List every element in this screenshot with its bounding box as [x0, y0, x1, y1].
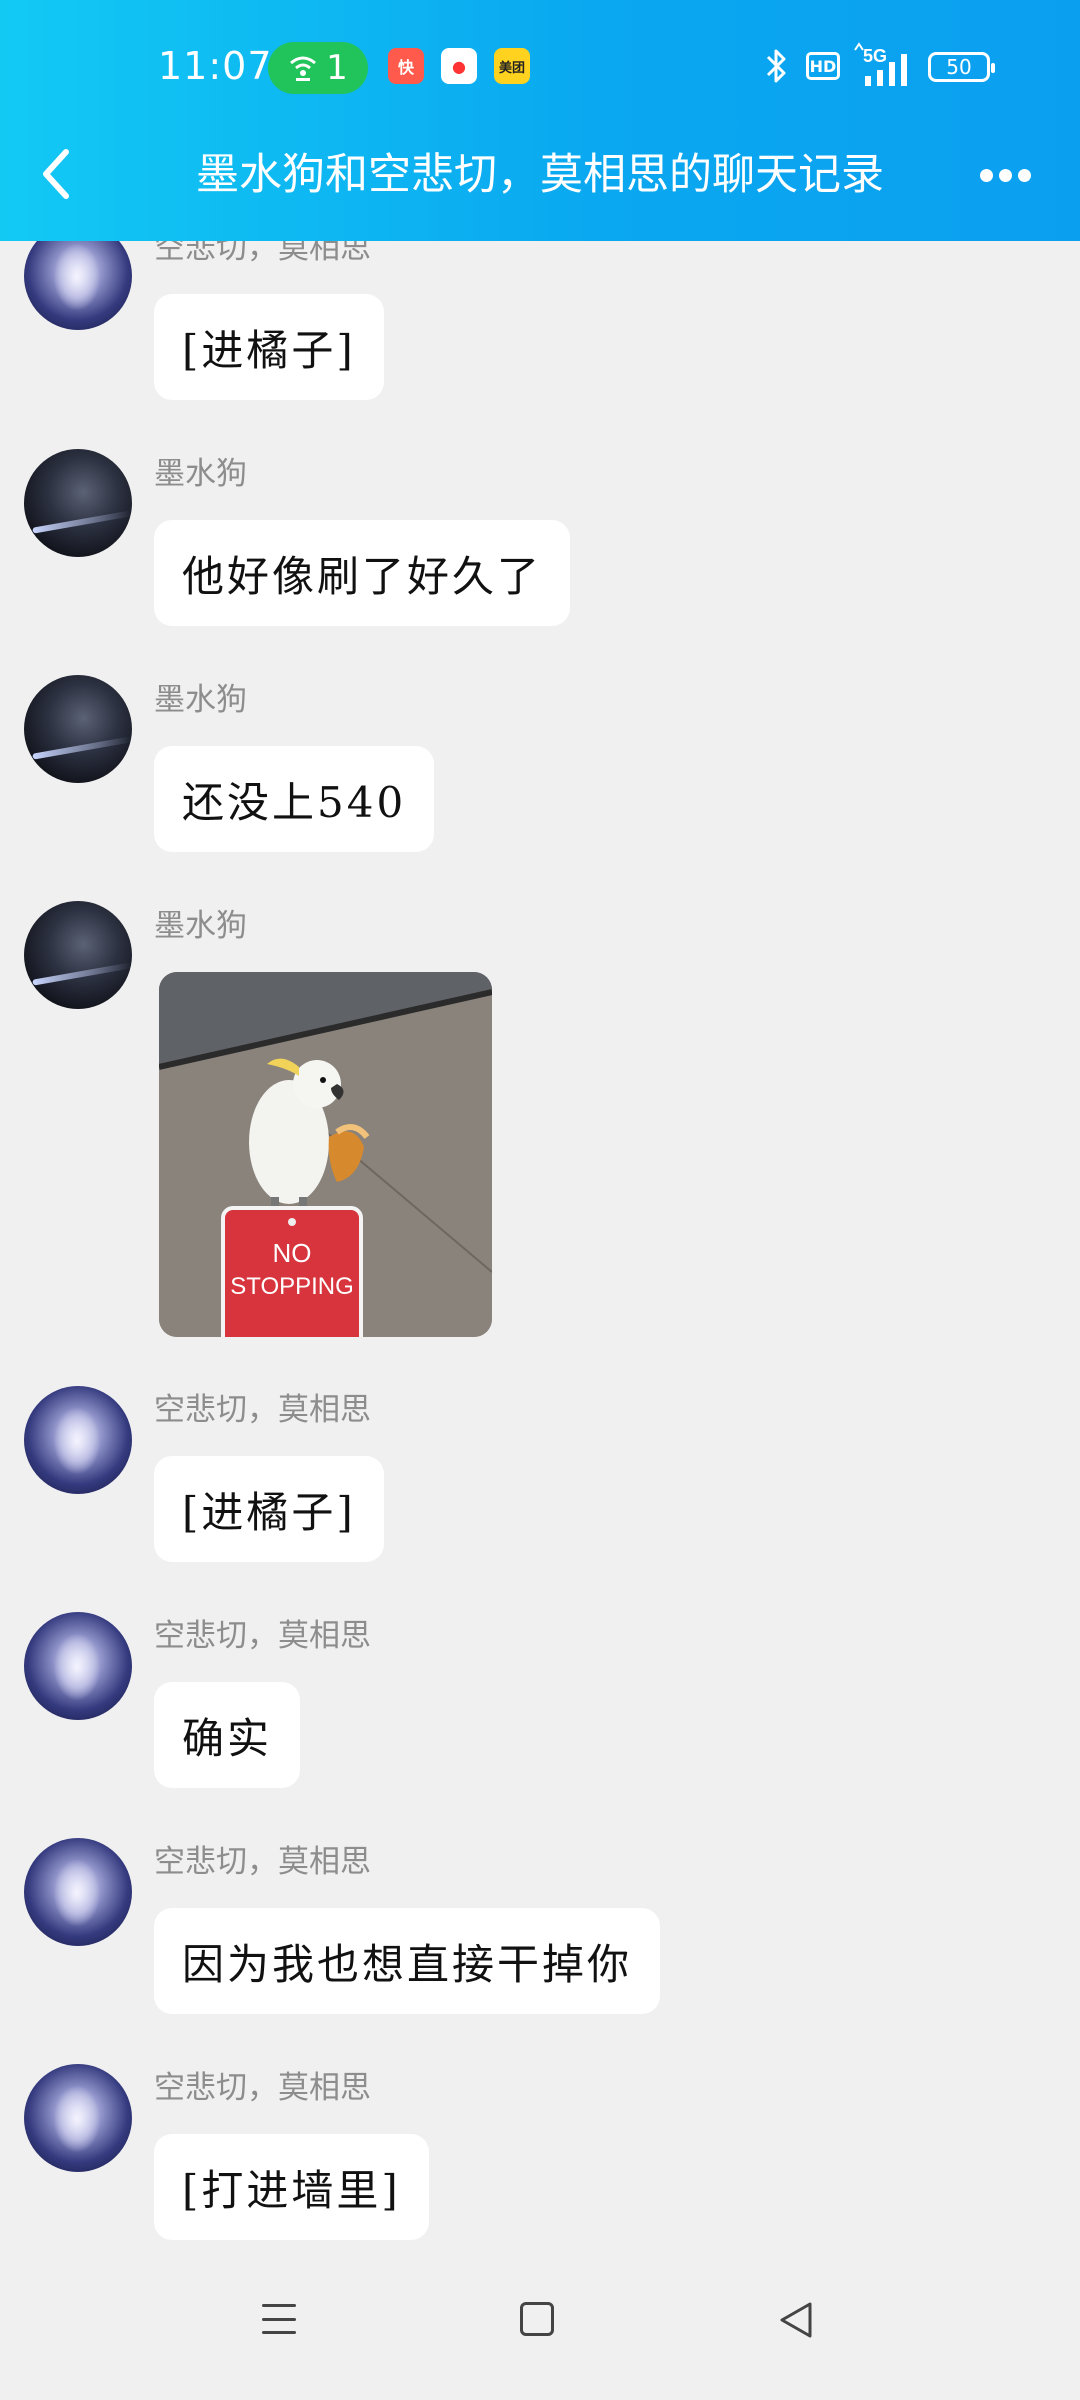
sender-name: 墨水狗	[154, 908, 247, 944]
sender-name: 空悲切，莫相思	[154, 1618, 371, 1654]
home-icon[interactable]	[520, 2302, 554, 2336]
sign-text-no: NO	[273, 1238, 312, 1268]
app-header: 11:07 1 快 ● 美团 HD 5G 50 墨水狗和空悲切，莫相思的聊天记录	[0, 0, 1080, 241]
avatar[interactable]	[24, 449, 132, 557]
avatar[interactable]	[24, 1612, 132, 1720]
battery-indicator: 50	[928, 52, 995, 82]
signal-5g-icon: 5G	[854, 42, 907, 86]
page-title: 墨水狗和空悲切，莫相思的聊天记录	[196, 150, 884, 200]
message-bubble[interactable]: 还没上540	[154, 746, 435, 852]
kuaishou-app-icon: 快	[388, 48, 424, 84]
hotspot-pill[interactable]: 1	[268, 42, 368, 94]
sender-name: 墨水狗	[154, 456, 247, 492]
cockatoo-sticker-image: NO STOPPING	[159, 972, 492, 1337]
avatar[interactable]	[24, 901, 132, 1009]
message-bubble[interactable]: 他好像刷了好久了	[154, 520, 571, 626]
meituan-app-icon: 美团	[494, 48, 530, 84]
hotspot-count: 1	[326, 48, 348, 88]
sender-name: 空悲切，莫相思	[154, 1392, 371, 1428]
maps-app-icon: ●	[441, 48, 477, 84]
status-bar: 11:07 1 快 ● 美团 HD 5G 50	[0, 38, 1080, 98]
sign-text-stopping: STOPPING	[230, 1273, 354, 1300]
more-options-icon[interactable]	[980, 158, 1040, 192]
bluetooth-icon	[766, 49, 786, 83]
back-icon[interactable]	[36, 146, 76, 202]
sender-name: 空悲切，莫相思	[154, 1844, 371, 1880]
image-message[interactable]: NO STOPPING	[159, 972, 492, 1337]
sender-name: 墨水狗	[154, 682, 247, 718]
hotspot-icon	[290, 56, 317, 81]
system-nav-bar	[0, 2260, 1080, 2400]
menu-icon[interactable]	[262, 2304, 296, 2334]
avatar[interactable]	[24, 1838, 132, 1946]
message-bubble[interactable]: [进橘子]	[154, 1456, 384, 1562]
message-bubble[interactable]: 确实	[154, 1682, 301, 1788]
avatar[interactable]	[24, 675, 132, 783]
message-bubble[interactable]: 因为我也想直接干掉你	[154, 1908, 661, 2014]
back-nav-icon[interactable]	[776, 2300, 816, 2340]
network-label: 5G	[863, 46, 887, 66]
message-bubble[interactable]: [进橘子]	[154, 294, 384, 400]
sender-name: 空悲切，莫相思	[154, 2070, 371, 2106]
avatar[interactable]	[24, 1386, 132, 1494]
avatar[interactable]	[24, 2064, 132, 2172]
hd-badge: HD	[806, 52, 840, 80]
message-bubble[interactable]: [打进墙里]	[154, 2134, 429, 2240]
status-time: 11:07	[158, 44, 273, 88]
